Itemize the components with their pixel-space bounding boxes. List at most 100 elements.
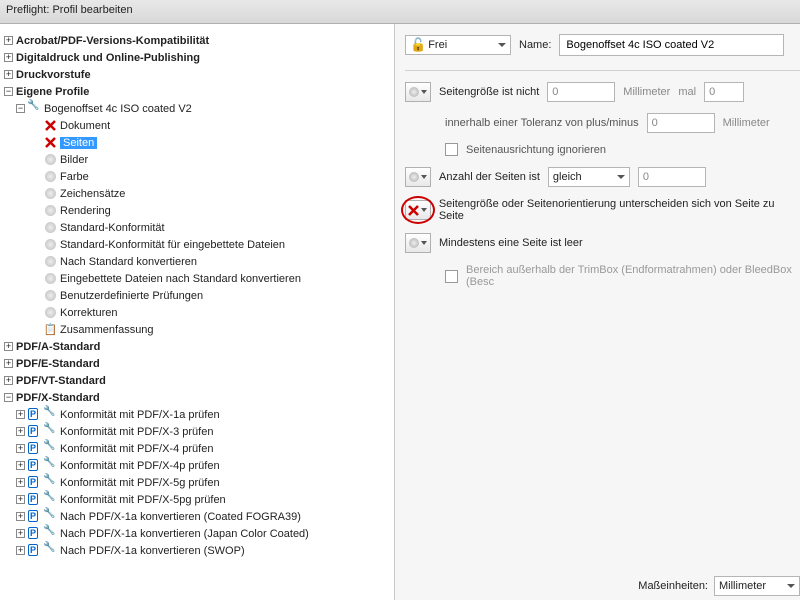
expand-icon[interactable]: +	[16, 529, 25, 538]
tree-node[interactable]: +Konformität mit PDF/X-5g prüfen	[4, 474, 390, 491]
unit-label: Millimeter	[623, 86, 670, 98]
tree-node[interactable]: +Konformität mit PDF/X-5pg prüfen	[4, 491, 390, 508]
collapse-icon[interactable]: −	[4, 393, 13, 402]
units-label: Maßeinheiten:	[638, 580, 708, 592]
gray-circle-icon	[44, 306, 57, 319]
expand-icon[interactable]: +	[16, 427, 25, 436]
expand-icon[interactable]: +	[16, 410, 25, 419]
expand-icon[interactable]: +	[16, 495, 25, 504]
tree-node[interactable]: +Nach PDF/X-1a konvertieren (SWOP)	[4, 542, 390, 559]
tree-node[interactable]: Benutzerdefinierte Prüfungen	[4, 287, 390, 304]
tree-node[interactable]: −PDF/X-Standard	[4, 389, 390, 406]
expand-icon[interactable]: +	[16, 444, 25, 453]
tree-node[interactable]: −Eigene Profile	[4, 83, 390, 100]
tree-node[interactable]: Rendering	[4, 202, 390, 219]
wrench-icon	[44, 493, 57, 506]
tree-node[interactable]: +Digitaldruck und Online-Publishing	[4, 49, 390, 66]
collapse-icon[interactable]: −	[16, 104, 25, 113]
window-title: Preflight: Profil bearbeiten	[0, 0, 800, 24]
wrench-icon	[44, 476, 57, 489]
gray-circle-icon	[44, 221, 57, 234]
collapse-icon[interactable]: −	[4, 87, 13, 96]
wrench-icon	[44, 425, 57, 438]
tree-node[interactable]: Zeichensätze	[4, 185, 390, 202]
prop-label: Seitengröße ist nicht	[439, 86, 539, 98]
wrench-icon	[44, 510, 57, 523]
pdf-profile-icon	[28, 544, 41, 557]
wrench-icon	[44, 527, 57, 540]
trimbox-checkbox[interactable]	[445, 270, 458, 283]
status-selector[interactable]	[405, 167, 431, 187]
tolerance-input[interactable]	[647, 113, 715, 133]
expand-icon[interactable]: +	[16, 546, 25, 555]
prop-label: Seitengröße oder Seitenorientierung unte…	[439, 198, 800, 222]
wrench-icon	[44, 544, 57, 557]
tree-node[interactable]: Nach Standard konvertieren	[4, 253, 390, 270]
expand-icon[interactable]: +	[4, 359, 13, 368]
tree-node[interactable]: +Konformität mit PDF/X-4 prüfen	[4, 440, 390, 457]
tree-node[interactable]: Bilder	[4, 151, 390, 168]
tree-node[interactable]: +Nach PDF/X-1a konvertieren (Japan Color…	[4, 525, 390, 542]
expand-icon[interactable]: +	[4, 376, 13, 385]
expand-icon[interactable]: +	[16, 478, 25, 487]
mal-label: mal	[678, 86, 696, 98]
name-label: Name:	[519, 39, 551, 51]
main-pane: +Acrobat/PDF-Versions-Kompatibilität +Di…	[0, 24, 800, 600]
status-selector[interactable]	[405, 233, 431, 253]
height-input[interactable]	[704, 82, 744, 102]
tree-panel: +Acrobat/PDF-Versions-Kompatibilität +Di…	[0, 24, 395, 600]
wrench-icon	[44, 459, 57, 472]
tree-node[interactable]: +Konformität mit PDF/X-3 prüfen	[4, 423, 390, 440]
tree-node[interactable]: −Bogenoffset 4c ISO coated V2	[4, 100, 390, 117]
page-count-input[interactable]	[638, 167, 706, 187]
error-x-icon	[44, 119, 57, 132]
tree-node[interactable]: +Acrobat/PDF-Versions-Kompatibilität	[4, 32, 390, 49]
prop-label: Mindestens eine Seite ist leer	[439, 237, 583, 249]
expand-icon[interactable]: +	[4, 70, 13, 79]
tree-node[interactable]: Korrekturen	[4, 304, 390, 321]
checkbox-label: Seitenausrichtung ignorieren	[466, 144, 606, 156]
expand-icon[interactable]: +	[16, 512, 25, 521]
tolerance-label: innerhalb einer Toleranz von plus/minus	[445, 117, 639, 129]
tree-node[interactable]: +PDF/A-Standard	[4, 338, 390, 355]
properties-panel: 🔓 Frei Name: Seitengröße ist nicht Milli…	[395, 24, 800, 600]
profile-name-input[interactable]	[559, 34, 784, 56]
comparison-dropdown[interactable]: gleich	[548, 167, 630, 187]
prop-label: Anzahl der Seiten ist	[439, 171, 540, 183]
expand-icon[interactable]: +	[4, 342, 13, 351]
error-x-icon	[408, 205, 419, 216]
pdf-profile-icon	[28, 425, 41, 438]
pdf-profile-icon	[28, 527, 41, 540]
tree-node[interactable]: +Nach PDF/X-1a konvertieren (Coated FOGR…	[4, 508, 390, 525]
tree-node[interactable]: Standard-Konformität	[4, 219, 390, 236]
expand-icon[interactable]: +	[16, 461, 25, 470]
tree-node[interactable]: +Konformität mit PDF/X-1a prüfen	[4, 406, 390, 423]
tree-node[interactable]: +PDF/VT-Standard	[4, 372, 390, 389]
ignore-orientation-checkbox[interactable]	[445, 143, 458, 156]
pdf-profile-icon	[28, 459, 41, 472]
expand-icon[interactable]: +	[4, 36, 13, 45]
tree-node[interactable]: +PDF/E-Standard	[4, 355, 390, 372]
unlock-icon: 🔓	[410, 37, 426, 53]
tree-node[interactable]: Dokument	[4, 117, 390, 134]
wrench-icon	[44, 442, 57, 455]
width-input[interactable]	[547, 82, 615, 102]
pdf-profile-icon	[28, 442, 41, 455]
expand-icon[interactable]: +	[4, 53, 13, 62]
gray-circle-icon	[44, 255, 57, 268]
status-selector-highlighted[interactable]	[405, 200, 431, 220]
tree-node[interactable]: Standard-Konformität für eingebettete Da…	[4, 236, 390, 253]
gray-circle-icon	[44, 289, 57, 302]
gray-circle-icon	[44, 204, 57, 217]
status-selector[interactable]	[405, 82, 431, 102]
tree-node[interactable]: +Konformität mit PDF/X-4p prüfen	[4, 457, 390, 474]
pdf-profile-icon	[28, 476, 41, 489]
tree-node[interactable]: Eingebettete Dateien nach Standard konve…	[4, 270, 390, 287]
tree-node[interactable]: +Druckvorstufe	[4, 66, 390, 83]
units-dropdown[interactable]: Millimeter	[714, 576, 800, 596]
tree-node[interactable]: Farbe	[4, 168, 390, 185]
wrench-icon	[44, 408, 57, 421]
lock-dropdown[interactable]: 🔓 Frei	[405, 35, 511, 55]
tree-node-selected[interactable]: Seiten	[4, 134, 390, 151]
tree-node[interactable]: 📋Zusammenfassung	[4, 321, 390, 338]
